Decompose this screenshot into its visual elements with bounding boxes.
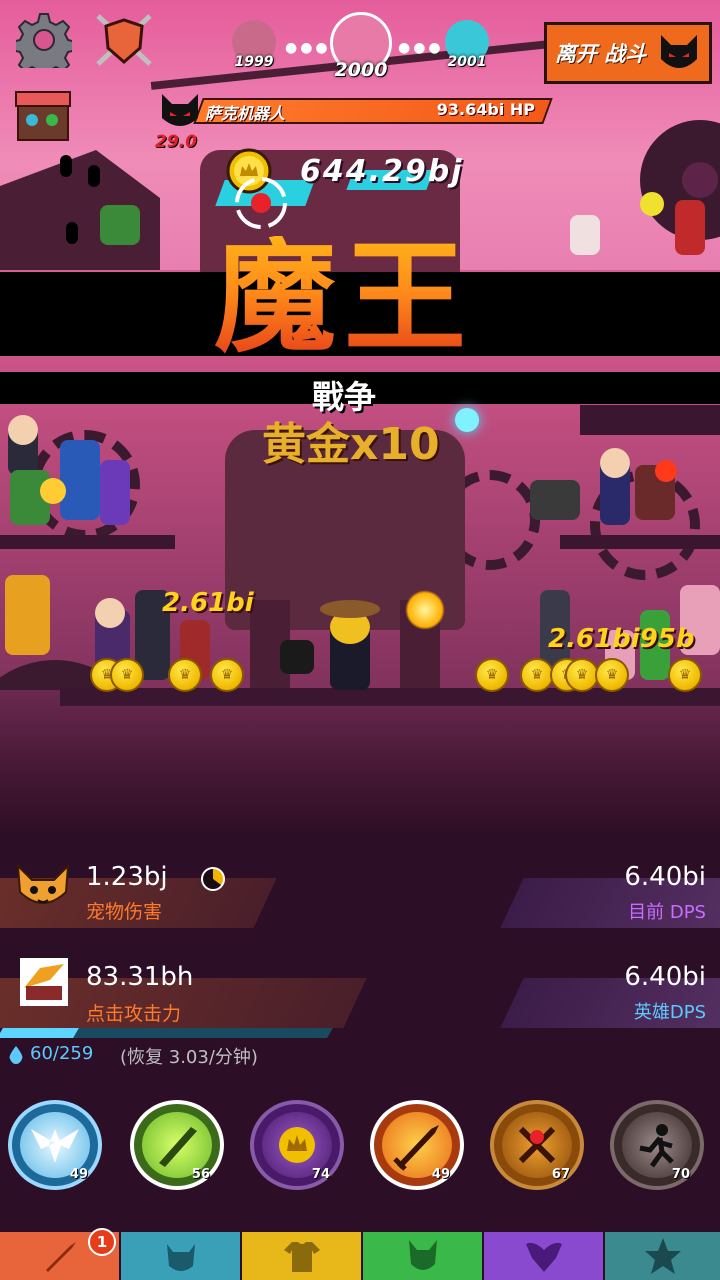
stage-next: 2001 bbox=[445, 20, 489, 70]
target-reticle-icon bbox=[235, 177, 287, 229]
current-dps-value: 6.40bi bbox=[624, 862, 706, 892]
damage-number: 2.61bi bbox=[162, 588, 254, 618]
gold-bonus-text: 黄金x10 bbox=[262, 419, 440, 470]
platform-left bbox=[0, 535, 175, 549]
tab-equipment[interactable] bbox=[242, 1232, 361, 1280]
devil-face-icon bbox=[661, 35, 697, 68]
gold-coin-icon[interactable]: ♛ bbox=[595, 658, 629, 692]
boss-battle-title: 魔王 bbox=[214, 225, 474, 369]
gold-coin-icon[interactable]: ♛ bbox=[520, 658, 554, 692]
skill-deadly-strike-button[interactable]: 70 bbox=[610, 1100, 704, 1190]
boss-hp: 93.64bi HP bbox=[436, 100, 535, 119]
skill-shadow-clone-button[interactable]: 56 bbox=[130, 1100, 224, 1190]
clan-crest-icon bbox=[525, 1242, 562, 1272]
hit-spark-icon bbox=[405, 590, 445, 630]
stage-previous: 1999 bbox=[232, 20, 276, 70]
clan-shield-icon[interactable] bbox=[92, 10, 156, 70]
tab-shop[interactable] bbox=[605, 1232, 720, 1280]
gold-coin-icon[interactable]: ♛ bbox=[168, 658, 202, 692]
leave-battle-button[interactable]: 离开 战斗 bbox=[544, 22, 712, 84]
tap-damage-hero-icon[interactable] bbox=[20, 958, 68, 1006]
mana-bar-fill bbox=[0, 1028, 79, 1038]
notification-badge: 1 bbox=[88, 1228, 116, 1256]
helmet-icon bbox=[166, 1244, 195, 1271]
skill-level: 70 bbox=[671, 1167, 690, 1182]
gold-coin-icon[interactable]: ♛ bbox=[110, 658, 144, 692]
mana-amount: 60/259 bbox=[30, 1043, 94, 1064]
pet-damage-value: 1.23bj bbox=[86, 862, 168, 892]
pet-damage-label: 宠物伤害 bbox=[86, 901, 163, 923]
star-icon bbox=[644, 1238, 681, 1274]
gold-coin-icon[interactable]: ♛ bbox=[565, 658, 599, 692]
platform-top-right bbox=[580, 405, 720, 435]
gold-amount: 644.29bj bbox=[300, 154, 464, 189]
tap-damage-value: 83.31bh bbox=[86, 962, 194, 992]
skill-fire-sword-button[interactable]: 49 bbox=[370, 1100, 464, 1190]
tab-heroes[interactable] bbox=[121, 1232, 240, 1280]
shirt-icon bbox=[283, 1242, 320, 1272]
mana-drop-icon bbox=[9, 1046, 23, 1064]
mana-regen: (恢复 3.03/分钟) bbox=[120, 1047, 258, 1068]
skill-level: 67 bbox=[551, 1167, 570, 1182]
skill-level: 56 bbox=[191, 1167, 210, 1182]
skill-level: 74 bbox=[311, 1167, 330, 1182]
walkway bbox=[60, 688, 720, 706]
stage-dots: ●●● bbox=[285, 40, 331, 56]
boss-name: 萨克机器人 bbox=[205, 104, 286, 123]
pet-fox-icon[interactable] bbox=[12, 862, 74, 914]
current-dps-label: 目前 DPS bbox=[628, 902, 706, 923]
pet-head-icon bbox=[408, 1240, 437, 1270]
platform-right bbox=[560, 535, 720, 549]
boss-timer: 29.0 bbox=[155, 132, 197, 152]
tab-pets[interactable] bbox=[363, 1232, 482, 1280]
gold-coin-icon[interactable]: ♛ bbox=[668, 658, 702, 692]
hero-dps-value: 6.40bi bbox=[624, 962, 706, 992]
hero-dps-label: 英雄DPS bbox=[633, 1002, 706, 1023]
boss-devil-icon bbox=[162, 94, 198, 126]
settings-gear-icon[interactable] bbox=[14, 10, 74, 70]
tab-clan[interactable] bbox=[484, 1232, 603, 1280]
tap-damage-label: 点击攻击力 bbox=[86, 1003, 182, 1025]
stage-dots: ●●● bbox=[398, 40, 444, 56]
skill-heavenly-strike-button[interactable]: 49 bbox=[8, 1100, 102, 1190]
gold-coin-icon[interactable]: ♛ bbox=[475, 658, 509, 692]
skill-hand-of-midas-button[interactable]: 74 bbox=[250, 1100, 344, 1190]
gold-coin-icon[interactable]: ♛ bbox=[210, 658, 244, 692]
sword-icon bbox=[45, 1242, 76, 1272]
damage-number: 2.61bi95b bbox=[548, 624, 695, 654]
skill-level: 49 bbox=[69, 1167, 88, 1182]
stage-current: 2000 bbox=[330, 12, 392, 81]
shop-stall-icon[interactable] bbox=[14, 90, 72, 142]
glow-orb-icon bbox=[455, 408, 479, 432]
skill-level: 49 bbox=[431, 1167, 450, 1182]
pet-timer-icon bbox=[201, 867, 225, 891]
mana-bar bbox=[0, 1028, 333, 1038]
ground bbox=[0, 690, 720, 830]
skill-war-cry-button[interactable]: 67 bbox=[490, 1100, 584, 1190]
